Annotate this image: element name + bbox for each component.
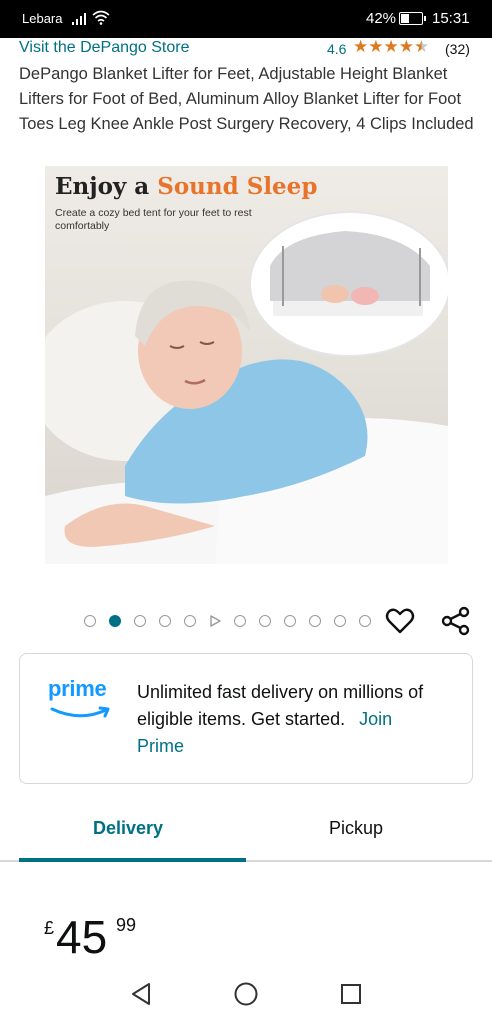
store-link[interactable]: Visit the DePango Store: [19, 39, 189, 57]
image-headline: Enjoy a Sound Sleep: [55, 173, 317, 200]
battery-percent: 42%: [366, 10, 397, 27]
heart-icon[interactable]: [385, 606, 415, 636]
star-icon: ★: [383, 37, 399, 56]
prime-promo-card[interactable]: prime Unlimited fast delivery on million…: [19, 653, 473, 784]
signal-icon: [72, 12, 86, 25]
carousel-dot[interactable]: [284, 615, 296, 627]
price-fraction: 99: [116, 915, 137, 935]
carousel-video-indicator[interactable]: [209, 615, 221, 627]
product-image[interactable]: Enjoy a Sound Sleep Create a cozy bed te…: [45, 166, 448, 564]
share-icon[interactable]: [441, 606, 471, 636]
battery-fill: [401, 14, 409, 23]
prime-logo: prime: [48, 676, 107, 701]
store-rating-row: Visit the DePango Store 4.6 ★★★★★ (32): [19, 37, 475, 60]
battery-icon: [399, 12, 426, 25]
product-title: DePango Blanket Lifter for Feet, Adjusta…: [19, 65, 474, 133]
back-triangle-icon[interactable]: [129, 981, 153, 1007]
fulfillment-tabs: Delivery Pickup: [0, 808, 492, 863]
half-star-icon: ★: [414, 37, 430, 56]
carousel-dot[interactable]: [259, 615, 271, 627]
clock: 15:31: [432, 10, 470, 27]
carousel-dot[interactable]: [334, 615, 346, 627]
carousel-dot[interactable]: [234, 615, 246, 627]
review-count[interactable]: (32): [445, 41, 470, 57]
carousel-dot[interactable]: [159, 615, 171, 627]
image-subtext: Create a cozy bed tent for your feet to …: [55, 207, 252, 232]
headline-part1: Enjoy a: [55, 173, 150, 200]
prime-smile-icon: [50, 706, 110, 718]
rating-value[interactable]: 4.6: [327, 41, 346, 57]
carrier-name: Lebara: [22, 11, 63, 26]
carousel-dot[interactable]: [184, 615, 196, 627]
system-nav-bar: [0, 966, 492, 1024]
headline-part2: Sound Sleep: [157, 173, 318, 200]
status-bar: Lebara 42% 15:31: [0, 0, 492, 38]
price-whole: 45: [56, 911, 108, 963]
carousel-dot[interactable]: [134, 615, 146, 627]
tab-delivery[interactable]: Delivery: [93, 818, 163, 839]
carousel-dot[interactable]: [84, 615, 96, 627]
recents-square-icon[interactable]: [339, 981, 363, 1007]
prime-message: Unlimited fast delivery on millions of e…: [137, 679, 437, 760]
star-icon: ★: [353, 37, 369, 56]
star-icon: ★: [398, 37, 414, 56]
carousel-dot-active[interactable]: [109, 615, 121, 627]
carousel-indicator[interactable]: [84, 615, 371, 627]
wifi-icon: [92, 10, 110, 25]
active-tab-indicator: [19, 858, 246, 862]
carousel-dot[interactable]: [359, 615, 371, 627]
price-currency: £: [44, 918, 55, 938]
star-rating[interactable]: ★★★★★: [353, 37, 429, 57]
star-icon: ★: [368, 37, 384, 56]
home-circle-icon[interactable]: [233, 981, 259, 1007]
tab-pickup[interactable]: Pickup: [329, 818, 383, 839]
carousel-dot[interactable]: [309, 615, 321, 627]
